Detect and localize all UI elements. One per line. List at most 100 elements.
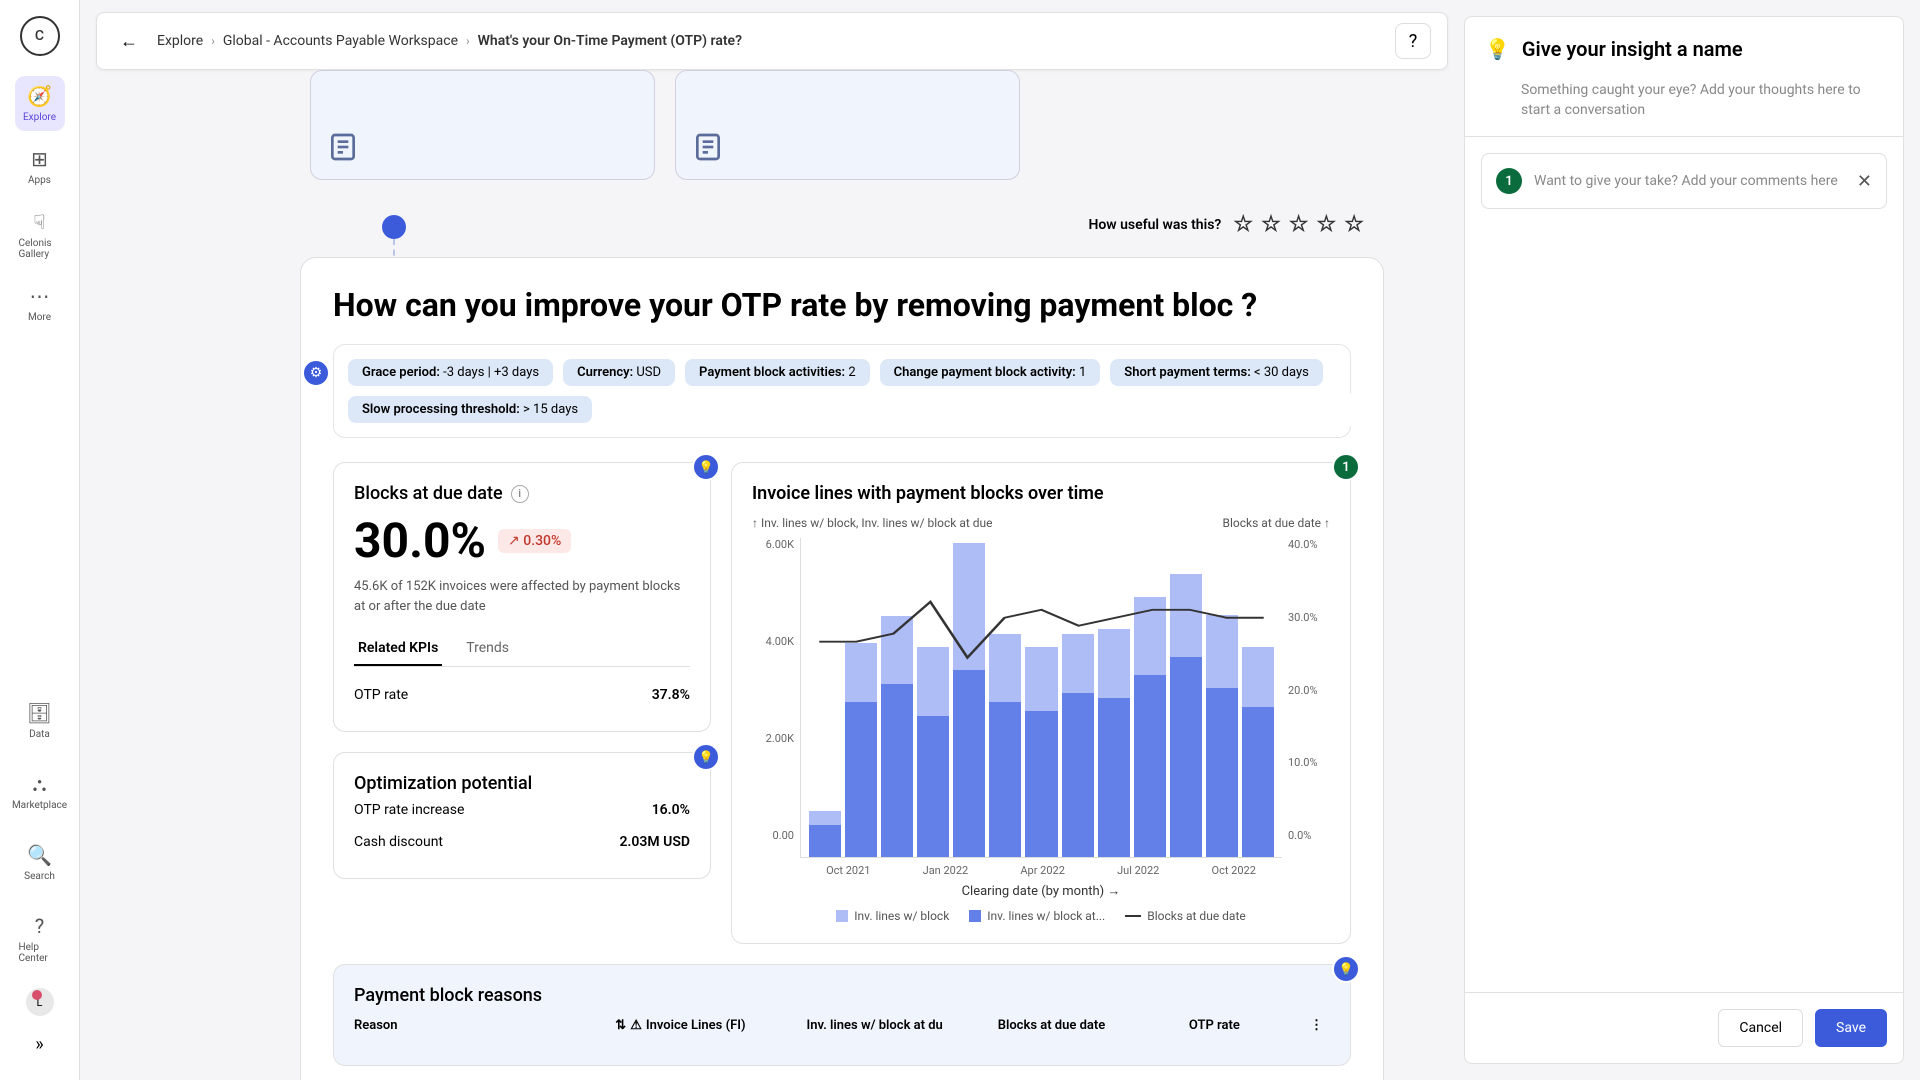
comment-box[interactable]: 1 Want to give your take? Add your comme… (1481, 153, 1887, 209)
chip-currency[interactable]: Currency: USD (563, 359, 675, 386)
chip-change-activity[interactable]: Change payment block activity: 1 (880, 359, 1101, 386)
grid-icon: ⊞ (31, 147, 48, 171)
chart-title: Invoice lines with payment blocks over t… (752, 483, 1330, 504)
cancel-button[interactable]: Cancel (1718, 1009, 1803, 1047)
pin-icon[interactable]: 💡 (692, 453, 720, 481)
opt-row: OTP rate increase16.0% (354, 794, 690, 826)
legend-line (1125, 915, 1141, 917)
star-4[interactable]: ☆ (1317, 212, 1337, 237)
legend-swatch (969, 910, 981, 922)
nav-marketplace[interactable]: ⛬Marketplace (15, 764, 65, 819)
nav-data[interactable]: 🗄 Data (15, 693, 65, 748)
panel-footer: Cancel Save (1465, 992, 1903, 1063)
kpi-title: Blocks at due datei (354, 483, 690, 504)
nav-label: Data (29, 729, 50, 740)
col-blocks-due[interactable]: Blocks at due date (998, 1018, 1173, 1033)
chevron-right-icon: › (211, 34, 215, 48)
summary-card[interactable] (310, 70, 655, 180)
user-avatar[interactable]: L (26, 988, 54, 1016)
flow-connector-node (382, 215, 406, 239)
chip-slow-threshold[interactable]: Slow processing threshold: > 15 days (348, 396, 592, 423)
breadcrumb-mid[interactable]: Global - Accounts Payable Workspace (223, 33, 458, 49)
warn-icon: ⚠ (630, 1018, 642, 1033)
breadcrumb-current: What's your On-Time Payment (OTP) rate? (478, 33, 742, 49)
right-axis-label: Blocks at due date ↑ (1223, 516, 1330, 530)
star-5[interactable]: ☆ (1344, 212, 1364, 237)
tab-related-kpis[interactable]: Related KPIs (354, 632, 442, 666)
save-button[interactable]: Save (1815, 1009, 1887, 1047)
sort-icon: ⇅ (615, 1018, 626, 1033)
legend-item: Inv. lines w/ block at... (969, 909, 1105, 923)
back-button[interactable]: ← (113, 25, 145, 57)
chart-legend: Inv. lines w/ block Inv. lines w/ block … (752, 909, 1330, 923)
col-lines-block[interactable]: Inv. lines w/ block at du (806, 1018, 981, 1033)
pointer-icon: ☟ (33, 210, 45, 234)
pin-icon[interactable]: 💡 (692, 743, 720, 771)
compass-icon: 🧭 (27, 84, 52, 108)
col-otp[interactable]: OTP rate (1189, 1018, 1294, 1033)
section-title: How can you improve your OTP rate by rem… (333, 286, 1351, 324)
opt-value: 16.0% (652, 802, 690, 818)
table-header: Reason ⇅⚠Invoice Lines (FI) Inv. lines w… (354, 1006, 1330, 1045)
help-button[interactable]: ? (1395, 23, 1431, 59)
summary-card[interactable] (675, 70, 1020, 180)
bulb-icon: 💡 (1485, 37, 1510, 61)
star-3[interactable]: ☆ (1289, 212, 1309, 237)
dots-icon: ⋯ (30, 284, 50, 308)
content-scroll[interactable]: How useful was this? ☆ ☆ ☆ ☆ ☆ How can y… (80, 70, 1464, 1080)
star-1[interactable]: ☆ (1233, 212, 1253, 237)
panel-subtitle[interactable]: Something caught your eye? Add your thou… (1465, 81, 1903, 136)
kpi-value: 30.0%↗ 0.30% (354, 512, 690, 569)
nav-search[interactable]: 🔍Search (15, 835, 65, 890)
expand-sidebar-button[interactable]: » (20, 1024, 60, 1064)
col-reason[interactable]: Reason (354, 1018, 599, 1033)
breadcrumb: Explore › Global - Accounts Payable Work… (157, 33, 742, 49)
rating-stars: ☆ ☆ ☆ ☆ ☆ (1233, 212, 1364, 237)
opt-row: Cash discount 2.03M USD (354, 826, 690, 858)
table-menu-icon[interactable]: ⋮ (1310, 1018, 1330, 1033)
chip-grace-period[interactable]: Grace period: -3 days | +3 days (348, 359, 553, 386)
chart-area: 6.00K4.00K2.00K0.00 40.0%30.0%20.0%10.0%… (752, 538, 1330, 858)
kpi-row-value: 37.8% (652, 687, 690, 703)
insight-side-panel: 💡 Give your insight a name Something cau… (1464, 16, 1904, 1064)
star-2[interactable]: ☆ (1261, 212, 1281, 237)
database-icon: 🗄 (27, 701, 52, 725)
opt-label: Cash discount (354, 834, 443, 850)
filter-chips: ⚙ Grace period: -3 days | +3 days Curren… (333, 344, 1351, 438)
breadcrumb-root[interactable]: Explore (157, 33, 203, 49)
left-column: 💡 Blocks at due datei 30.0%↗ 0.30% 45.6K… (333, 462, 711, 944)
rating-prompt: How useful was this? (1088, 217, 1221, 233)
filter-icon[interactable]: ⚙ (302, 359, 330, 387)
col-invoice-lines[interactable]: ⇅⚠Invoice Lines (FI) (615, 1018, 790, 1033)
legend-item: Inv. lines w/ block (836, 909, 949, 923)
main-area: ← Explore › Global - Accounts Payable Wo… (80, 0, 1464, 1080)
nav-more[interactable]: ⋯ More (15, 276, 65, 331)
nav-label: Help Center (19, 942, 61, 964)
opt-value: 2.03M USD (619, 834, 690, 850)
nav-label: More (28, 312, 51, 323)
document-icon (327, 131, 359, 163)
tab-trends[interactable]: Trends (462, 632, 513, 666)
comment-placeholder: Want to give your take? Add your comment… (1534, 173, 1845, 189)
chip-short-terms[interactable]: Short payment terms: < 30 days (1110, 359, 1323, 386)
nav-apps[interactable]: ⊞Apps (15, 139, 65, 194)
pin-icon[interactable]: 💡 (1332, 955, 1360, 983)
insight-badge[interactable]: 1 (1332, 453, 1360, 481)
nav-help[interactable]: ?Help Center (15, 906, 65, 972)
sidebar: C 🧭Explore ⊞Apps ☟Celonis Gallery ⋯More … (0, 0, 80, 1080)
nav-explore[interactable]: 🧭Explore (15, 76, 65, 131)
panel-title[interactable]: Give your insight a name (1522, 37, 1743, 61)
table-title: Payment block reasons (354, 985, 1330, 1006)
chart-plot[interactable] (800, 538, 1282, 858)
legend-item: Blocks at due date (1125, 909, 1246, 923)
document-icon (692, 131, 724, 163)
close-icon[interactable]: ✕ (1857, 171, 1872, 192)
chip-block-activities[interactable]: Payment block activities: 2 (685, 359, 870, 386)
nav-label: Search (24, 871, 55, 882)
nav-gallery[interactable]: ☟Celonis Gallery (15, 202, 65, 268)
kpi-delta: ↗ 0.30% (498, 529, 571, 553)
app-logo[interactable]: C (20, 16, 60, 56)
panels-row: 💡 Blocks at due datei 30.0%↗ 0.30% 45.6K… (333, 462, 1351, 944)
info-icon[interactable]: i (511, 485, 529, 503)
kpi-row: OTP rate 37.8% (354, 679, 690, 711)
